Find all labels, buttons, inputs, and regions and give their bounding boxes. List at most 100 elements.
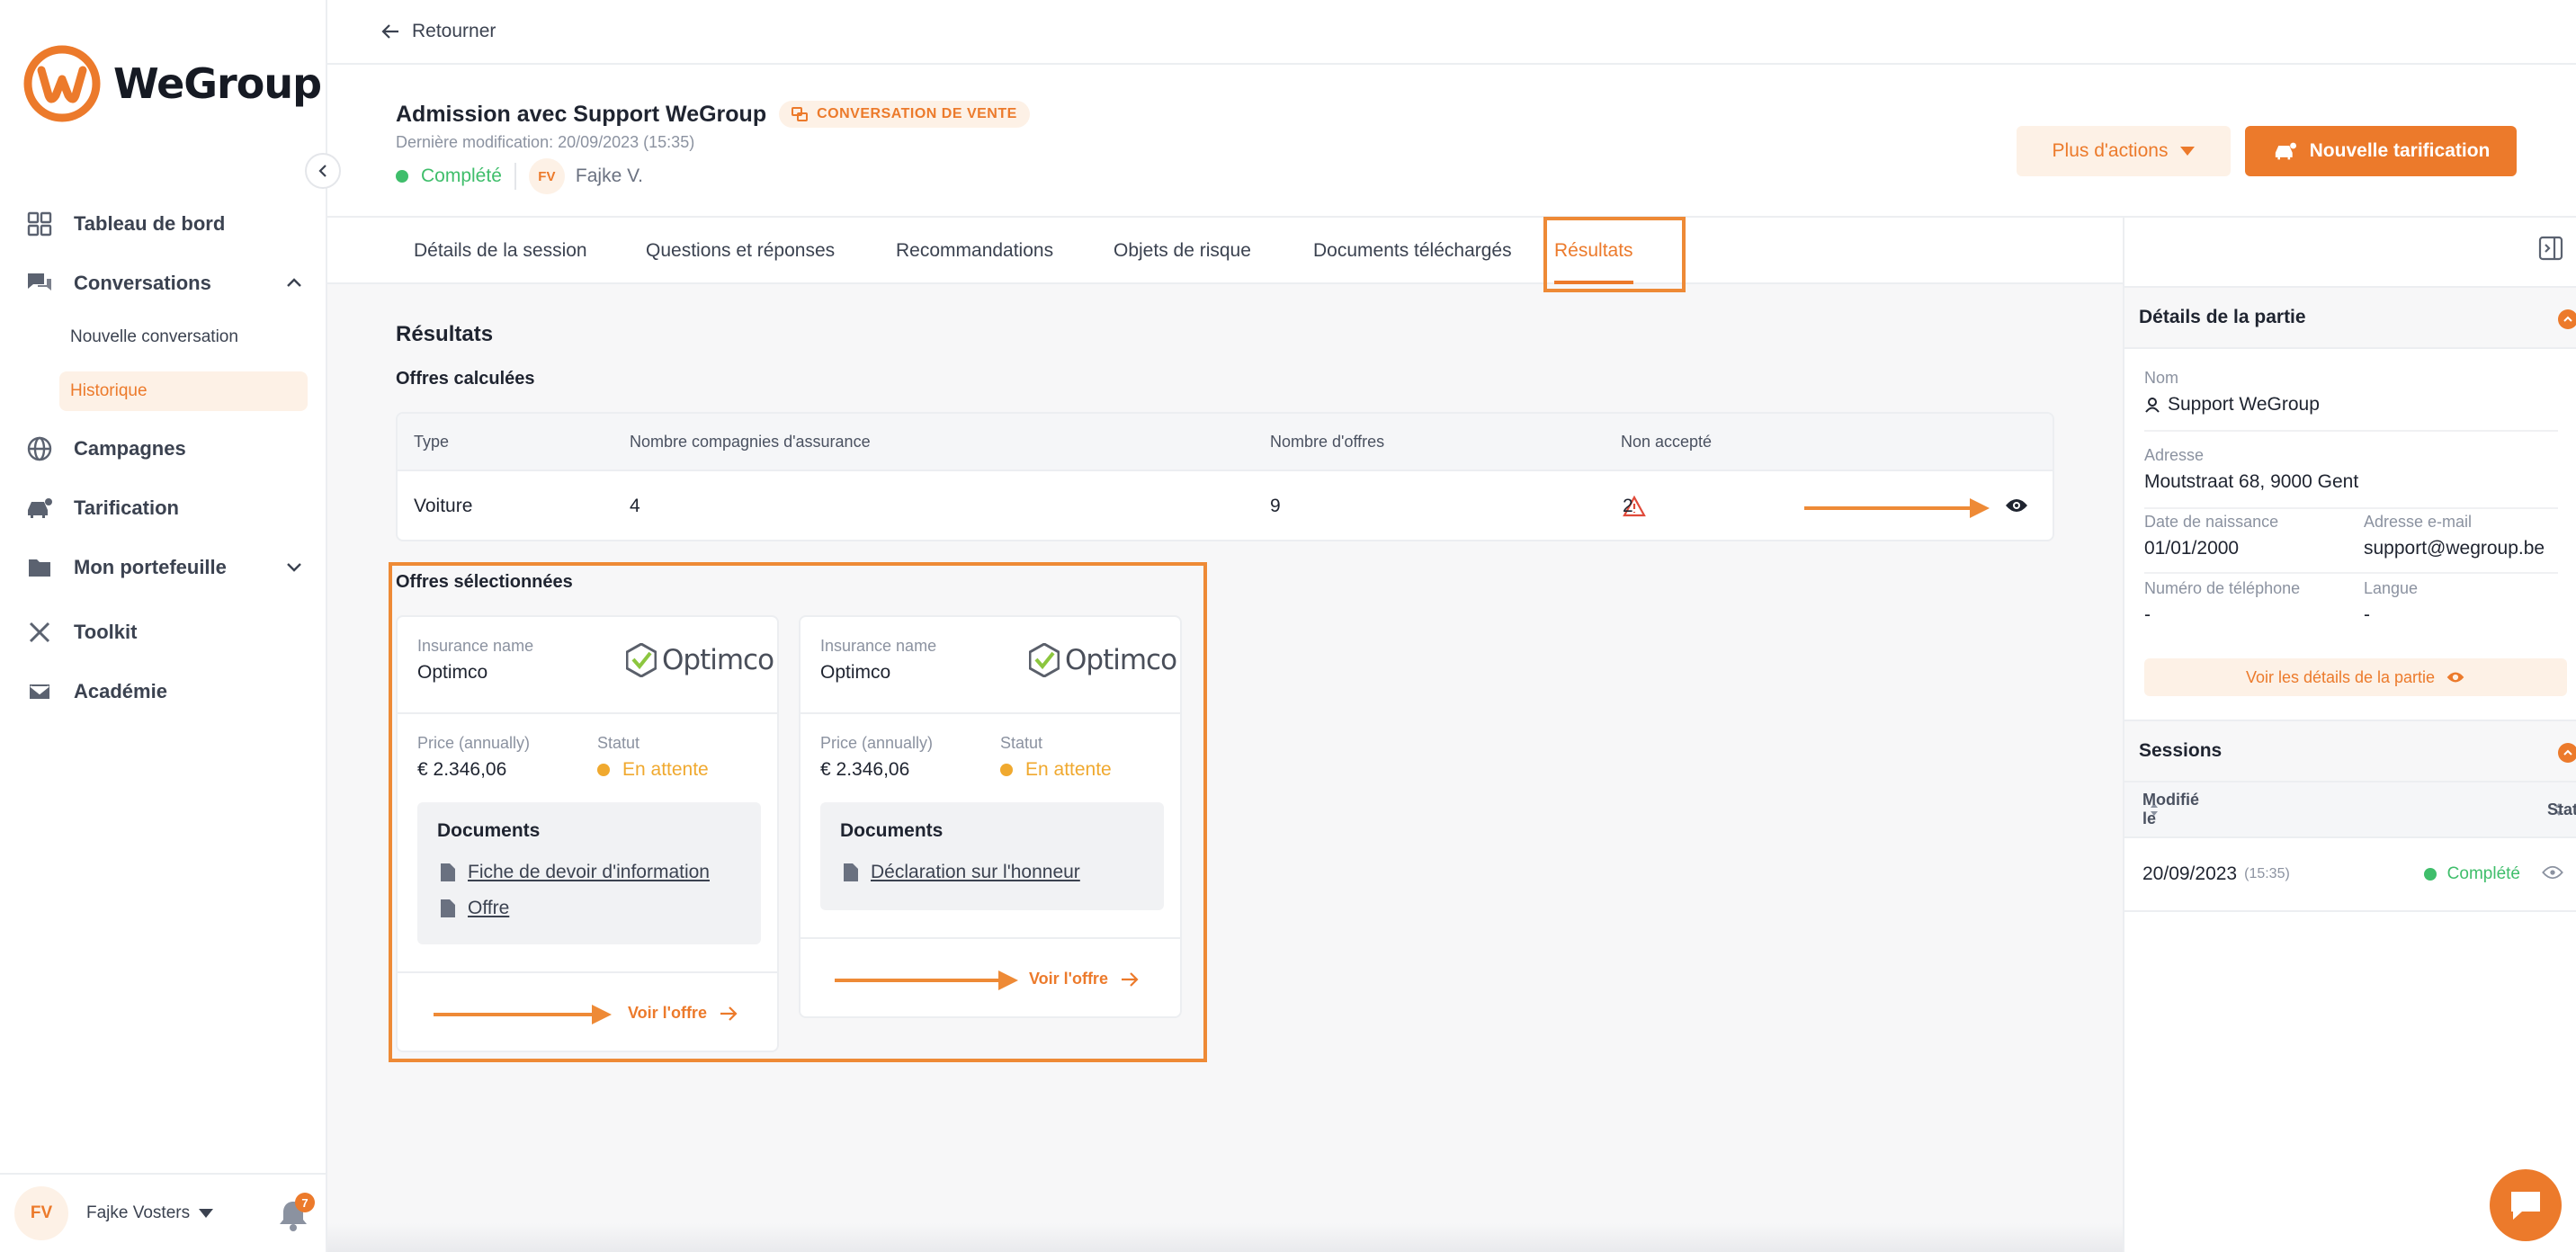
support-chat-button[interactable] [2490,1169,2562,1241]
party-address: Moutstraat 68, 9000 Gent [2144,471,2359,492]
annotation-arrow-head [1970,498,1990,518]
column-header: Nombre compagnies d'assurance [630,432,871,451]
results-title: Résultats [396,322,494,346]
nav-item-portfolio[interactable]: Mon portefeuille [25,546,304,589]
sort-status-column[interactable]: Statut [2547,782,2576,836]
button-label: Voir les détails de la partie [2245,667,2436,686]
card-header: Insurance name Optimco Optimco [801,617,1180,714]
back-link[interactable]: Retourner [381,21,496,42]
selected-offers-title: Offres sélectionnées [396,572,573,592]
optimco-logo: Optimco [1029,640,1178,680]
more-actions-button[interactable]: Plus d'actions [2017,126,2231,176]
sidebar-item-history[interactable]: Historique [59,371,308,411]
tab-results[interactable]: Résultats [1554,218,1633,284]
price-value: € 2.346,06 [417,759,507,780]
column-header: Type [414,432,450,451]
email-label: Adresse e-mail [2364,513,2473,531]
party-language: - [2364,604,2370,625]
divider [2144,430,2558,432]
offer-card: Insurance name Optimco Optimco Price (an… [396,615,779,1052]
chevron-up-icon [2558,309,2576,329]
tab-session-details[interactable]: Détails de la session [414,218,587,284]
price-value: € 2.346,06 [820,759,910,780]
tab-questions-answers[interactable]: Questions et réponses [646,218,835,284]
party-email: support@wegroup.be [2364,538,2545,559]
nav-label: Toolkit [74,621,138,643]
user-name[interactable]: Fajke Vosters [86,1203,214,1223]
collapse-sidebar-button[interactable] [305,153,341,189]
party-name-text: Support WeGroup [2168,394,2320,415]
car-tag-icon [2275,142,2296,160]
swap-icon [792,107,809,121]
offer-card: Insurance name Optimco Optimco Price (an… [799,615,1182,1018]
column-header: Modifié le [2142,791,2199,827]
scroll-shadow [327,1223,2123,1252]
document-link[interactable]: Fiche de devoir d'information [441,862,710,883]
annotation-arrow [835,979,1000,982]
status-dot [1000,764,1013,776]
user-menu[interactable]: FV Fajke Vosters 7 [0,1173,327,1252]
button-label: Nouvelle tarification [2309,140,2491,161]
new-quote-button[interactable]: Nouvelle tarification [2245,126,2517,176]
nav-item-academy[interactable]: Académie [25,670,304,713]
session-date: 20/09/2023 (15:35) [2142,838,2290,910]
last-modified: Dernière modification: 20/09/2023 (15:35… [396,133,695,151]
sidebar-item-new-conversation[interactable]: Nouvelle conversation [59,317,308,357]
assigned-user: Fajke V. [575,165,643,186]
party-section-header[interactable]: Détails de la partie [2124,286,2576,349]
wegroup-logo[interactable]: WeGroup [22,43,322,124]
nav-item-dashboard[interactable]: Tableau de bord [25,202,304,246]
divider [2144,572,2558,574]
chat-bubble-icon [2511,1192,2540,1220]
tab-recommendations[interactable]: Recommandations [896,218,1053,284]
tab-risk-objects[interactable]: Objets de risque [1114,218,1251,284]
collapse-panel-icon[interactable] [2538,236,2563,261]
divider [514,163,516,190]
tab-uploaded-documents[interactable]: Documents téléchargés [1313,218,1512,284]
nav-label: Académie [74,680,167,702]
status-dot [597,764,610,776]
chevron-up-icon[interactable] [284,273,304,292]
divider [2144,507,2558,509]
optimco-logo-icon [1029,643,1060,677]
cell-offers: 9 [1270,496,1281,516]
logo-text: Optimco [662,644,774,676]
sort-modified-column[interactable]: Modifié le [2142,782,2199,836]
wegroup-logo-icon [23,45,101,122]
sessions-section-header[interactable]: Sessions [2124,720,2576,782]
nav-item-conversations[interactable]: Conversations [25,262,304,305]
view-party-details-button[interactable]: Voir les détails de la partie [2144,658,2567,696]
chevron-down-icon[interactable] [284,557,304,577]
see-offer-button[interactable]: Voir l'offre [628,1004,738,1023]
eye-icon [2006,499,2027,512]
tab-bar: Détails de la session Questions et répon… [327,218,2123,284]
address-label: Adresse [2144,446,2205,464]
calculated-offers-title: Offres calculées [396,369,535,389]
globe-icon [25,434,54,463]
sessions-table-header: Modifié le Statut [2124,782,2576,838]
right-panel: Détails de la partie Nom Support WeGroup… [2123,218,2576,1252]
eye-icon[interactable] [2542,865,2563,880]
column-header: Nombre d'offres [1270,432,1385,451]
document-link[interactable]: Offre [441,898,509,919]
dob-label: Date de naissance [2144,513,2279,531]
status-label: Statut [597,734,640,752]
back-label: Retourner [412,21,496,41]
nav-item-campaigns[interactable]: Campagnes [25,427,304,470]
arrow-right-icon [720,1006,738,1021]
view-offers-button[interactable] [1999,487,2035,523]
logo-text: Optimco [1065,644,1177,676]
insurance-name: Optimco [820,662,891,683]
document-link[interactable]: Déclaration sur l'honneur [844,862,1080,883]
nav-item-pricing[interactable]: Tarification [25,487,304,530]
document-name: Offre [468,898,510,918]
chevron-up-icon [2558,743,2576,763]
insurance-label: Insurance name [820,637,937,655]
see-offer-button[interactable]: Voir l'offre [1029,970,1139,988]
nav-item-toolkit[interactable]: Toolkit [25,611,304,654]
party-phone: - [2144,604,2151,625]
optimco-logo-icon [626,643,657,677]
documents-box: Documents Fiche de devoir d'information … [417,802,761,944]
caret-down-icon [199,1209,214,1218]
table-row[interactable]: 20/09/2023 (15:35) Complété [2124,838,2576,912]
